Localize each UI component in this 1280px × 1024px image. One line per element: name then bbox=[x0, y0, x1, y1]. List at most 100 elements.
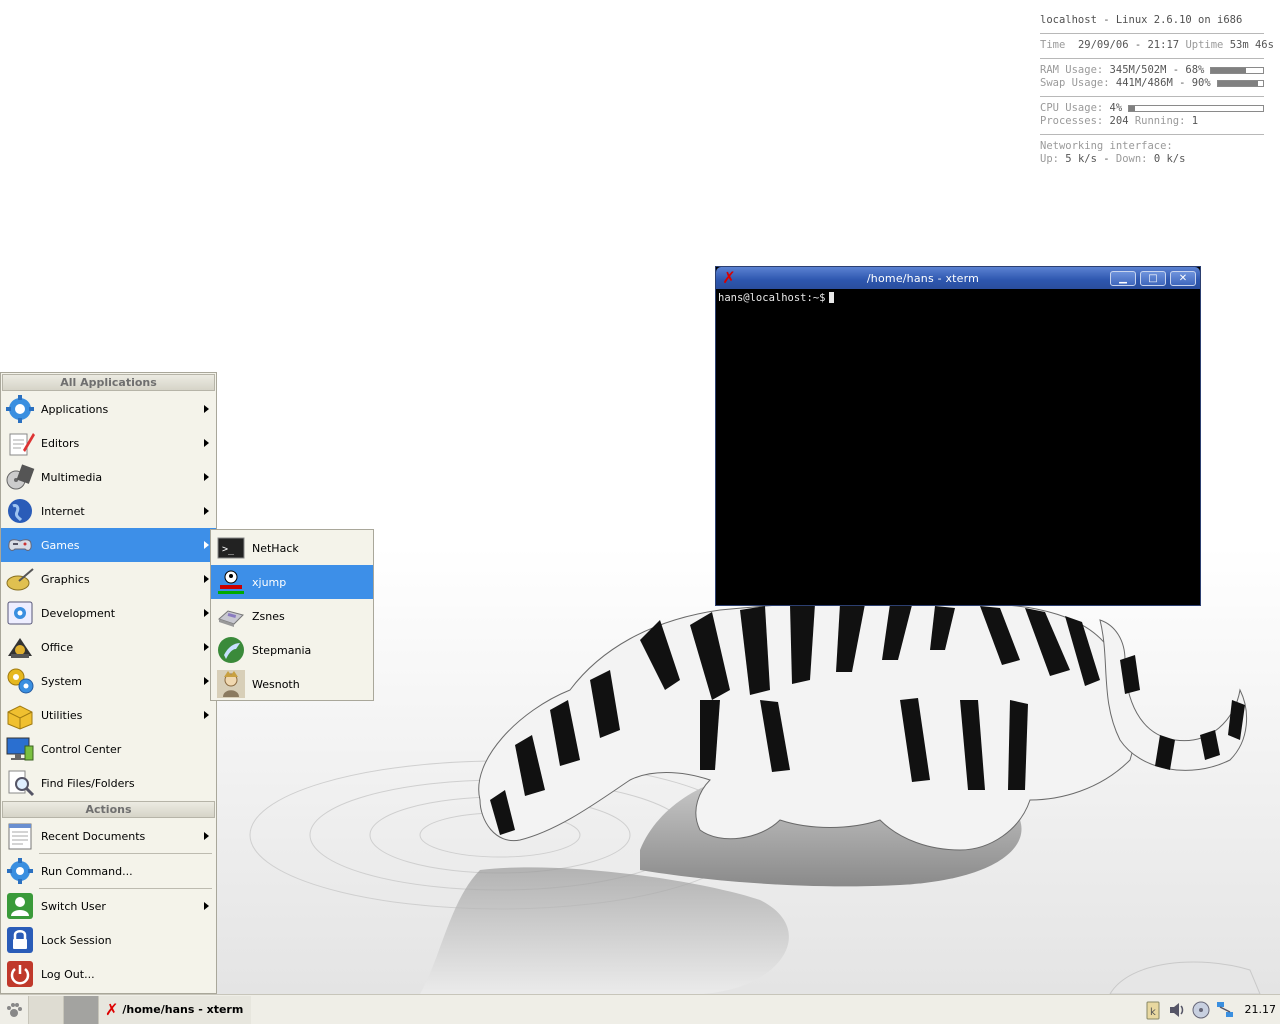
menu-item-label: Internet bbox=[41, 504, 85, 518]
menu-item-applications[interactable]: Applications bbox=[1, 392, 216, 426]
submenu-arrow-icon bbox=[204, 575, 209, 583]
find-files-icon bbox=[8, 770, 35, 797]
menu-item-label: Graphics bbox=[41, 572, 90, 586]
submenu-arrow-icon bbox=[204, 541, 209, 549]
volume-icon[interactable] bbox=[1167, 1000, 1187, 1020]
run-command-icon bbox=[7, 858, 33, 884]
cpu-value: 4% bbox=[1109, 102, 1123, 114]
swap-label: Swap Usage: bbox=[1040, 77, 1110, 89]
menu-item-control-center[interactable]: Control Center bbox=[1, 732, 216, 766]
running-value: 1 bbox=[1191, 115, 1199, 127]
utilities-icon bbox=[7, 705, 33, 730]
submenu-item-label: Zsnes bbox=[252, 609, 285, 623]
cpu-row: CPU Usage: 4% bbox=[1040, 102, 1264, 115]
terminal-icon: >_ bbox=[217, 537, 245, 559]
menu-item-graphics[interactable]: Graphics bbox=[1, 562, 216, 596]
snes-console-icon bbox=[218, 610, 244, 627]
system-monitor: localhost - Linux 2.6.10 on i686 Time 29… bbox=[1040, 14, 1274, 166]
menu-item-internet[interactable]: Internet bbox=[1, 494, 216, 528]
menu-item-switch-user[interactable]: Switch User bbox=[1, 889, 216, 923]
network-icon[interactable] bbox=[1215, 1000, 1235, 1020]
menu-item-label: Editors bbox=[41, 436, 80, 450]
cpu-label: CPU Usage: bbox=[1040, 102, 1104, 114]
submenu-item-nethack[interactable]: >_ NetHack bbox=[211, 531, 373, 565]
menu-item-label: System bbox=[41, 674, 83, 688]
submenu-arrow-icon bbox=[204, 609, 209, 617]
menu-item-label: Multimedia bbox=[41, 470, 103, 484]
development-icon bbox=[7, 601, 33, 625]
submenu-arrow-icon bbox=[204, 473, 209, 481]
menu-item-label: Utilities bbox=[41, 708, 83, 722]
submenu-item-stepmania[interactable]: Stepmania bbox=[211, 633, 373, 667]
menu-item-multimedia[interactable]: Multimedia bbox=[1, 460, 216, 494]
menu-item-label: Run Command... bbox=[41, 864, 133, 878]
submenu-arrow-icon bbox=[204, 507, 209, 515]
lock-icon bbox=[7, 927, 33, 953]
system-tray: k bbox=[1143, 1000, 1235, 1020]
menu-item-label: Office bbox=[41, 640, 74, 654]
processes-row: Processes: 204 Running: 1 bbox=[1040, 115, 1264, 128]
menu-item-label: Recent Documents bbox=[41, 829, 146, 843]
maximize-button[interactable]: □ bbox=[1140, 270, 1166, 286]
menu-item-development[interactable]: Development bbox=[1, 596, 216, 630]
divider bbox=[1040, 33, 1264, 34]
window-title: /home/hans - xterm bbox=[866, 271, 980, 285]
menu-item-recent-documents[interactable]: Recent Documents bbox=[1, 819, 216, 853]
divider bbox=[1040, 58, 1264, 59]
klipper-icon[interactable]: k bbox=[1143, 1000, 1163, 1020]
menu-item-label: Lock Session bbox=[41, 933, 112, 947]
taskbar-task-xterm[interactable]: ✗ /home/hans - xterm bbox=[98, 995, 252, 1024]
menu-item-system[interactable]: System bbox=[1, 664, 216, 698]
menu-item-find-files[interactable]: Find Files/Folders bbox=[1, 766, 216, 800]
swap-row: Swap Usage: 441M/486M - 90% bbox=[1040, 77, 1264, 90]
menu-item-log-out[interactable]: Log Out... bbox=[1, 957, 216, 991]
recent-documents-icon bbox=[8, 823, 32, 850]
menu-item-label: Switch User bbox=[41, 899, 106, 913]
terminal-screen[interactable]: hans@localhost:~$ bbox=[716, 289, 1200, 307]
uptime-label: Uptime bbox=[1185, 39, 1224, 51]
menu-item-games[interactable]: Games bbox=[1, 528, 216, 562]
menu-item-editors[interactable]: Editors bbox=[1, 426, 216, 460]
applications-icon bbox=[6, 395, 34, 423]
submenu-item-xjump[interactable]: xjump bbox=[211, 565, 373, 599]
ram-usage-fill bbox=[1211, 68, 1247, 73]
close-button[interactable]: ✕ bbox=[1170, 270, 1196, 286]
multimedia-icon bbox=[6, 464, 35, 490]
desktop-2-button[interactable] bbox=[63, 995, 98, 1024]
stepmania-icon bbox=[218, 637, 244, 663]
net-up-label: Up: bbox=[1040, 153, 1059, 165]
network-row: Up: 5 k/s - Down: 0 k/s bbox=[1040, 153, 1186, 165]
window-titlebar[interactable]: ✗ /home/hans - xterm ▁ □ ✕ bbox=[716, 267, 1200, 289]
net-up-value: 5 k/s bbox=[1065, 153, 1097, 165]
time-value: 29/09/06 - 21:17 bbox=[1077, 39, 1180, 51]
menu-item-label: Development bbox=[41, 606, 116, 620]
submenu-item-wesnoth[interactable]: Wesnoth bbox=[211, 667, 373, 701]
menu-item-office[interactable]: Office bbox=[1, 630, 216, 664]
submenu-arrow-icon bbox=[204, 677, 209, 685]
drive-icon[interactable] bbox=[1191, 1000, 1211, 1020]
menu-item-label: Applications bbox=[41, 402, 109, 416]
clock[interactable]: 21.17 bbox=[1245, 1003, 1277, 1016]
submenu-item-zsnes[interactable]: Zsnes bbox=[211, 599, 373, 633]
graphics-icon bbox=[6, 568, 34, 591]
k-menu-button[interactable] bbox=[0, 996, 28, 1024]
switch-user-icon bbox=[7, 893, 33, 919]
editors-icon bbox=[9, 433, 35, 456]
desktop-1-button[interactable] bbox=[28, 995, 63, 1024]
control-center-icon bbox=[6, 737, 34, 761]
paw-icon bbox=[7, 1002, 22, 1017]
xterm-window[interactable]: ✗ /home/hans - xterm ▁ □ ✕ hans@localhos… bbox=[715, 266, 1201, 606]
x-window-icon[interactable]: ✗ bbox=[722, 270, 736, 286]
swap-usage-fill bbox=[1217, 81, 1259, 86]
minimize-button[interactable]: ▁ bbox=[1110, 270, 1136, 286]
menu-item-utilities[interactable]: Utilities bbox=[1, 698, 216, 732]
all-applications-header: All Applications bbox=[2, 374, 215, 391]
host-info: localhost - Linux 2.6.10 on i686 bbox=[1040, 14, 1243, 26]
menu-item-lock-session[interactable]: Lock Session bbox=[1, 923, 216, 957]
time-row: Time 29/09/06 - 21:17 Uptime 53m 46s bbox=[1040, 39, 1274, 52]
system-icon bbox=[7, 668, 34, 694]
menu-item-run-command[interactable]: Run Command... bbox=[1, 854, 216, 888]
submenu-arrow-icon bbox=[204, 643, 209, 651]
divider bbox=[1040, 96, 1264, 97]
submenu-item-label: Wesnoth bbox=[252, 677, 300, 691]
